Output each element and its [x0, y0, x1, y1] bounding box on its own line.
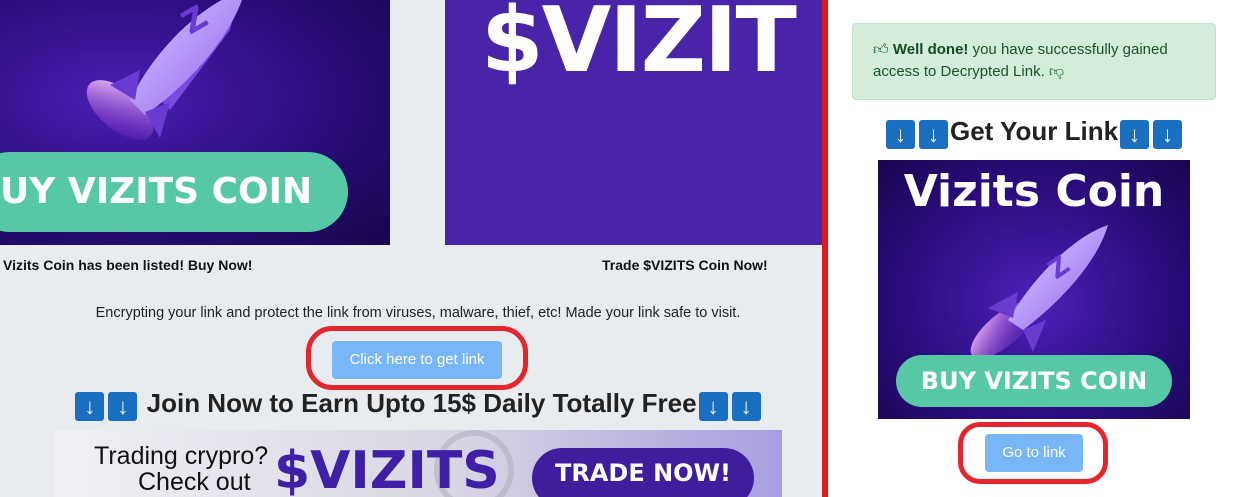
- success-alert: 👍︎ Well done! you have successfully gain…: [852, 23, 1216, 100]
- arrow-down-icon: ↓: [885, 120, 915, 149]
- banner2-caption: Trade $VIZITS Coin Now!: [602, 257, 768, 273]
- buy-vizits-coin-pill: UY VIZITS COIN: [0, 152, 348, 232]
- arrow-down-icon: ↓: [108, 392, 138, 421]
- go-to-link-button[interactable]: Go to link: [985, 434, 1083, 472]
- rocket-icon: Z: [86, 0, 242, 140]
- alert-strong-text: Well done!: [892, 41, 969, 58]
- encryption-description: Encrypting your link and protect the lin…: [95, 305, 741, 321]
- trade-vizits-ad-banner[interactable]: Trading crypro? Check out $VIZITS TRADE …: [54, 430, 782, 497]
- arrow-down-icon: ↓: [75, 392, 105, 421]
- rocket-icon: Z: [970, 225, 1108, 359]
- get-your-link-heading: ↓ ↓ Get Your Link ↓ ↓: [828, 116, 1240, 149]
- right-sidebar-panel: 👍︎ Well done! you have successfully gain…: [828, 0, 1252, 497]
- thumbs-down-icon: 👎︎: [1048, 63, 1065, 80]
- card-title: Vizits Coin: [903, 166, 1165, 217]
- thumbs-up-icon: 👍︎: [873, 41, 889, 58]
- get-your-link-text: Get Your Link: [949, 116, 1119, 146]
- join-now-text: Join Now to Earn Upto 15$ Daily Totally …: [146, 388, 697, 418]
- trade-banner-line2: Check out: [138, 468, 251, 496]
- arrow-down-icon: ↓: [731, 392, 761, 421]
- vizits-logo-ad-banner[interactable]: $VIZIT: [445, 0, 822, 245]
- trade-banner-line1: Trading crypro?: [94, 442, 269, 470]
- click-to-get-link-button[interactable]: Click here to get link: [332, 341, 502, 379]
- arrow-down-icon: ↓: [698, 392, 728, 421]
- arrow-down-icon: ↓: [1120, 120, 1150, 149]
- arrow-down-icon: ↓: [1153, 120, 1183, 149]
- banner1-caption: Vizits Coin has been listed! Buy Now!: [3, 257, 253, 273]
- card-buy-pill: BUY VIZITS COIN: [896, 355, 1172, 407]
- vizits-logo-text: $VIZIT: [481, 0, 797, 93]
- left-content-panel: Z UY VIZITS COIN $VIZIT Vizits Coin has …: [0, 0, 822, 497]
- arrow-down-icon: ↓: [918, 120, 948, 149]
- trade-now-button[interactable]: TRADE NOW!: [532, 448, 754, 497]
- vizits-coin-ad-banner[interactable]: Z UY VIZITS COIN: [0, 0, 390, 245]
- join-now-heading: ↓ ↓ Join Now to Earn Upto 15$ Daily Total…: [0, 388, 822, 421]
- vizits-coin-card-ad[interactable]: Vizits Coin Z BUY VIZITS COIN: [878, 160, 1190, 419]
- trade-banner-brand: $VIZITS: [274, 441, 500, 497]
